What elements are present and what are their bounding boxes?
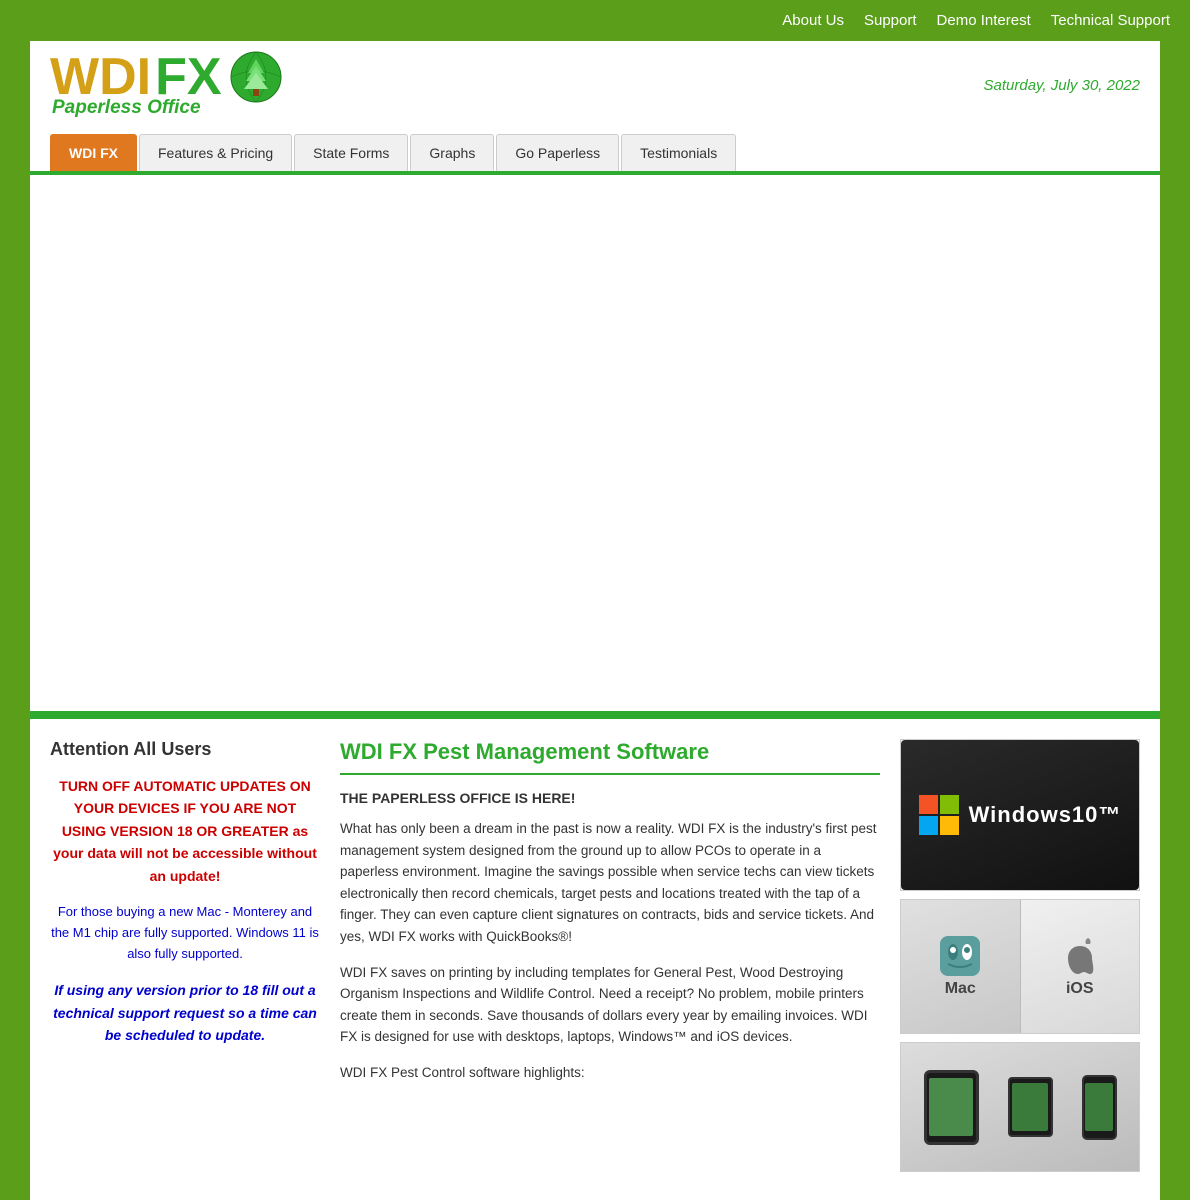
tab-features-pricing[interactable]: Features & Pricing — [139, 134, 292, 171]
mac-ios-image: Mac iOS — [900, 899, 1140, 1034]
content-para-3: WDI FX Pest Control software highlights: — [340, 1062, 880, 1084]
sidebar-warning: TURN OFF AUTOMATIC UPDATES ON YOUR DEVIC… — [50, 775, 320, 887]
site-header: WDI FX — [30, 41, 1160, 124]
content-para-1: What has only been a dream in the past i… — [340, 818, 880, 948]
sidebar-support: If using any version prior to 18 fill ou… — [50, 979, 320, 1046]
devices-image — [900, 1042, 1140, 1172]
tab-graphs[interactable]: Graphs — [410, 134, 494, 171]
tab-wdi-fx[interactable]: WDI FX — [50, 134, 137, 171]
main-container: WDI FX — [30, 41, 1160, 711]
main-content: WDI FX Pest Management Software THE PAPE… — [340, 739, 880, 1180]
windows-logo-icon — [919, 795, 959, 835]
logo-area: WDI FX — [50, 51, 282, 119]
content-body: What has only been a dream in the past i… — [340, 818, 880, 1084]
nav-support[interactable]: Support — [864, 12, 917, 29]
sidebar: Attention All Users TURN OFF AUTOMATIC U… — [50, 739, 320, 1180]
mac-label: Mac — [945, 980, 976, 998]
tab-go-paperless[interactable]: Go Paperless — [496, 134, 619, 171]
nav-tabs: WDI FX Features & Pricing State Forms Gr… — [30, 134, 1160, 175]
tablet-device — [924, 1070, 979, 1145]
ios-side: iOS — [1021, 900, 1140, 1033]
small-tablet-device — [1008, 1077, 1053, 1137]
nav-about-us[interactable]: About Us — [782, 12, 844, 29]
tablet-screen — [929, 1078, 973, 1136]
windows10-label: Windows10™ — [969, 802, 1122, 828]
logo-fx: FX — [155, 51, 221, 103]
top-nav: About Us Support Demo Interest Technical… — [0, 0, 1190, 41]
date-display: Saturday, July 30, 2022 — [984, 77, 1141, 94]
tab-state-forms[interactable]: State Forms — [294, 134, 408, 171]
content-subtitle: THE PAPERLESS OFFICE IS HERE! — [340, 790, 880, 806]
tab-testimonials[interactable]: Testimonials — [621, 134, 736, 171]
image-panel: Windows10™ Mac — [900, 739, 1140, 1180]
windows10-image: Windows10™ — [900, 739, 1140, 891]
sidebar-title: Attention All Users — [50, 739, 320, 760]
logo-subtitle: Paperless Office — [52, 97, 201, 119]
phone-screen — [1085, 1083, 1113, 1131]
mac-finder-icon — [940, 936, 980, 976]
small-tablet-screen — [1012, 1083, 1048, 1131]
green-separator — [30, 711, 1160, 719]
phone-device — [1082, 1075, 1117, 1140]
logo-tree-icon — [230, 51, 282, 103]
logo-wdi: WDI — [50, 51, 151, 103]
content-area: Attention All Users TURN OFF AUTOMATIC U… — [30, 719, 1160, 1200]
nav-demo-interest[interactable]: Demo Interest — [937, 12, 1031, 29]
nav-technical-support[interactable]: Technical Support — [1051, 12, 1170, 29]
content-title: WDI FX Pest Management Software — [340, 739, 880, 775]
content-para-2: WDI FX saves on printing by including te… — [340, 962, 880, 1048]
mac-side: Mac — [901, 900, 1021, 1033]
sidebar-info: For those buying a new Mac - Monterey an… — [50, 902, 320, 964]
apple-logo-icon — [1062, 936, 1098, 976]
ios-label: iOS — [1066, 980, 1094, 998]
